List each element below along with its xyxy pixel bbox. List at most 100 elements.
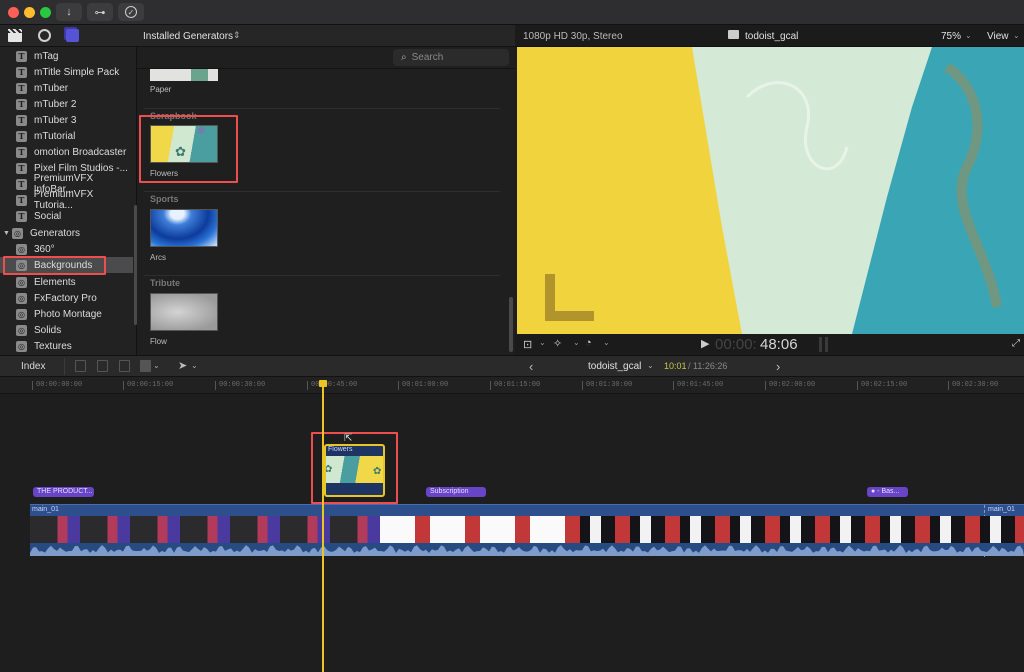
title-icon: T — [16, 194, 27, 206]
library-header — [0, 25, 137, 47]
generator-icon: ◎ — [16, 243, 27, 255]
play-icon[interactable]: ▶ — [701, 337, 709, 350]
ruler-tick-label: 00:01:15:00 — [489, 381, 541, 390]
filmstrip-frame — [730, 516, 780, 546]
viewer-footer: ⊡ ⌄ ✧ ⌄ ◔ ⌄ ▶ 00:00: 48:06 ⤢ — [515, 334, 1024, 355]
title-clip[interactable]: ● - Bas... — [867, 487, 908, 497]
sort-chevron-icon[interactable]: ⇕ — [233, 30, 241, 41]
ruler-tick-label: 00:00:15:00 — [122, 381, 174, 390]
generator-thumbnail-flow[interactable] — [150, 293, 218, 331]
library-item[interactable]: TmTuber — [0, 80, 133, 96]
close-window-button[interactable] — [8, 7, 19, 18]
select-tool-arrow-icon[interactable]: ➤ — [178, 359, 187, 372]
chevron-down-icon[interactable]: ⌄ — [1013, 31, 1020, 40]
timeline-project-name[interactable]: todoist_gcal — [588, 361, 641, 372]
mouse-cursor-icon: ⇱ — [344, 433, 353, 444]
format-label: 1080p HD 30p, Stereo — [523, 31, 623, 42]
connect-clip-icon[interactable] — [75, 360, 86, 372]
browser-title[interactable]: Installed Generators — [143, 31, 233, 42]
generators-group[interactable]: ▼ ◎ Generators — [0, 225, 133, 241]
zoom-menu[interactable]: 75% — [941, 31, 961, 42]
library-item[interactable]: TmTuber 3 — [0, 112, 133, 128]
library-item[interactable]: TmTag — [0, 48, 133, 64]
index-button[interactable]: Index — [21, 361, 45, 372]
title-icon: T — [16, 178, 27, 190]
audio-meter-right — [825, 337, 828, 352]
thumbnail-label: Flow — [150, 337, 167, 346]
title-clip[interactable]: Subscription — [426, 487, 486, 497]
maximize-window-button[interactable] — [40, 7, 51, 18]
filmstrip-frame — [780, 516, 830, 546]
library-item[interactable]: Tomotion Broadcaster — [0, 144, 133, 160]
playhead[interactable] — [322, 380, 324, 672]
generator-item[interactable]: ◎ Textures — [0, 338, 133, 354]
browser-scrollbar[interactable] — [509, 297, 513, 352]
disclosure-triangle-icon[interactable]: ▼ — [3, 230, 11, 237]
filmstrip-frame — [580, 516, 630, 546]
title-clip[interactable]: THE PRODUCT... — [33, 487, 94, 497]
ruler-tick-label: 00:02:30:00 — [947, 381, 999, 390]
generator-item[interactable]: ◎ 360° — [0, 241, 133, 257]
ruler-tick-label: 00:01:45:00 — [672, 381, 724, 390]
chevron-down-icon[interactable]: ⌄ — [965, 31, 972, 40]
highlight-box — [311, 432, 398, 504]
library-item[interactable]: TmTitle Simple Pack — [0, 64, 133, 80]
generator-item[interactable]: ◎ FxFactory Pro — [0, 290, 133, 306]
ruler-tick-label: 00:00:30:00 — [214, 381, 266, 390]
forward-button[interactable]: › — [776, 359, 780, 374]
chevron-down-icon[interactable]: ⌄ — [539, 338, 546, 347]
append-clip-icon[interactable] — [119, 360, 130, 372]
music-photo-icon[interactable] — [38, 29, 51, 42]
insert-clip-icon[interactable] — [97, 360, 108, 372]
timeline-ruler[interactable]: 00:00:00:00 00:00:15:00 00:00:30:00 00:0… — [0, 377, 1024, 394]
clapper-icon[interactable] — [8, 29, 22, 42]
generator-item[interactable]: ◎ Photo Montage — [0, 306, 133, 322]
background-tasks-button[interactable]: ✓ — [118, 3, 144, 21]
generator-thumbnail-arcs[interactable] — [150, 209, 218, 247]
chevron-down-icon[interactable]: ⌄ — [573, 338, 580, 347]
filmstrip-frame — [680, 516, 730, 546]
title-icon: T — [16, 130, 27, 142]
library-item[interactable]: TmTuber 2 — [0, 96, 133, 112]
project-icon — [728, 30, 739, 39]
search-input[interactable]: ⌕ Search — [393, 49, 509, 66]
playhead-handle[interactable] — [319, 380, 327, 387]
library-item[interactable]: TmTutorial — [0, 128, 133, 144]
library-item[interactable]: T PremiumVFX Tutoria... — [0, 189, 133, 211]
ruler-tick-label: 00:02:15:00 — [856, 381, 908, 390]
filmstrip-frame — [930, 516, 980, 546]
generator-icon: ◎ — [16, 276, 27, 288]
timecode-display[interactable]: 48:06 — [760, 336, 798, 353]
generator-icon: ◎ — [16, 308, 27, 320]
chevron-down-icon[interactable]: ⌄ — [153, 361, 160, 370]
category-heading: Sports — [150, 194, 179, 204]
filmstrip-frame — [330, 516, 380, 546]
minimize-window-button[interactable] — [24, 7, 35, 18]
chevron-down-icon[interactable]: ⌄ — [647, 361, 654, 370]
generator-thumbnail-paper[interactable] — [150, 69, 218, 81]
overwrite-clip-icon[interactable] — [140, 360, 151, 372]
view-menu[interactable]: View — [987, 31, 1009, 42]
filmstrip-frame — [530, 516, 580, 546]
filmstrip-frame — [30, 516, 80, 546]
chevron-down-icon[interactable]: ⌄ — [603, 338, 610, 347]
crop-icon[interactable]: ⊡ — [523, 338, 532, 351]
viewer-canvas[interactable] — [517, 47, 1024, 334]
keywords-button[interactable]: ⊶ — [87, 3, 113, 21]
filmstrip-frame — [130, 516, 180, 546]
generator-icon: ◎ — [12, 227, 23, 239]
import-button[interactable]: ↓ — [56, 3, 82, 21]
title-icon: T — [16, 66, 27, 78]
back-button[interactable]: ‹ — [529, 359, 533, 374]
title-icon: T — [16, 98, 27, 110]
filmstrip-frame — [430, 516, 480, 546]
enhance-wand-icon[interactable]: ✧ — [553, 337, 562, 350]
fullscreen-icon[interactable]: ⤢ — [1012, 338, 1020, 349]
chevron-down-icon[interactable]: ⌄ — [191, 361, 198, 370]
generator-item[interactable]: ◎ Elements — [0, 274, 133, 290]
titles-generators-icon[interactable] — [66, 29, 79, 42]
library-item[interactable]: T Social — [0, 208, 133, 224]
generator-item[interactable]: ◎ Solids — [0, 322, 133, 338]
speed-gauge-icon[interactable]: ◔ — [585, 337, 592, 349]
filmstrip-frame — [830, 516, 880, 546]
